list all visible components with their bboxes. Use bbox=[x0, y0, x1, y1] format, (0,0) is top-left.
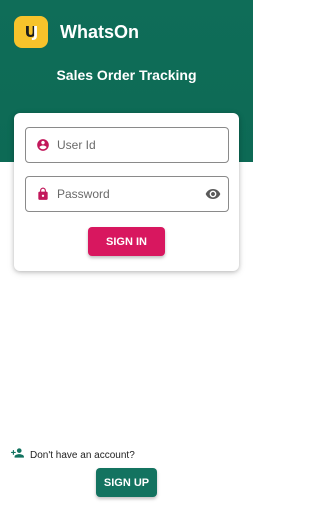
app-name: WhatsOn bbox=[60, 21, 139, 42]
login-card: SIGN IN bbox=[14, 113, 239, 271]
page-subtitle: Sales Order Tracking bbox=[56, 67, 197, 83]
lock-icon bbox=[35, 186, 51, 202]
no-account-prompt: Don't have an account? bbox=[10, 446, 135, 465]
eye-icon[interactable] bbox=[205, 186, 221, 202]
no-account-text: Don't have an account? bbox=[30, 449, 135, 461]
brand: UJ WhatsOn bbox=[14, 16, 139, 48]
sign-up-button[interactable]: SIGN UP bbox=[96, 468, 157, 497]
logo-letter-j: J bbox=[32, 22, 39, 41]
whatson-logo-icon: UJ bbox=[14, 16, 48, 48]
sign-in-button[interactable]: SIGN IN bbox=[88, 227, 165, 256]
password-field[interactable] bbox=[25, 176, 229, 212]
password-input[interactable] bbox=[57, 182, 197, 206]
user-id-input[interactable] bbox=[57, 133, 197, 157]
person-add-icon bbox=[10, 446, 25, 465]
user-id-field[interactable] bbox=[25, 127, 229, 163]
account-circle-icon bbox=[35, 137, 51, 153]
